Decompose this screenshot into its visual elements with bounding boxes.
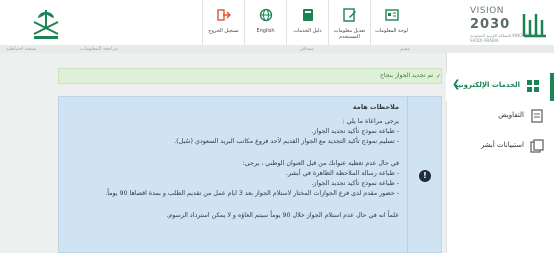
header-subbar: نسخة احتياطية مراجعة المعلومات مسافر مقي… (0, 45, 554, 53)
dashboard-icon (385, 8, 399, 22)
edit-profile-icon (343, 8, 357, 22)
sidebar-item-e-services[interactable]: ❮ الخدمات الإلكترونية (446, 73, 554, 101)
language-button[interactable]: English (244, 0, 286, 46)
absher-logo (522, 10, 548, 40)
notice-title: ملاحظات هامة (352, 103, 399, 111)
success-alert: ✓ تم تجديد الجواز بنجاح (58, 68, 442, 84)
globe-icon (259, 8, 273, 22)
services-guide-icon (301, 8, 315, 22)
notice-line: علماً انه في حال عدم استلام الجواز خلال … (166, 212, 399, 219)
notice-body: ملاحظات هامة يرجى مراعاة ما يلي : - طباع… (99, 103, 399, 221)
vision-2030-logo[interactable]: VISION 2030 المملكة العربية السعودية KIN… (470, 4, 548, 44)
language-label: English (256, 28, 275, 34)
notice-line: - طباعة نموذج تأكيد تجديد الجواز. (311, 180, 399, 187)
notice-icon-column: ! (407, 97, 441, 253)
services-guide-button[interactable]: دليل الخدمات (286, 0, 328, 46)
grid-icon (526, 79, 540, 93)
subbar-item: مراجعة المعلومات (80, 46, 118, 52)
sidebar-item-label: التفاويض (498, 111, 524, 119)
sidebar: ❮ الخدمات الإلكترونية التفاويض استبيانات… (446, 53, 554, 253)
top-header: لوحة المعلومات تعديل معلومات المستخدم دل… (0, 0, 554, 50)
logout-icon (217, 8, 231, 22)
important-notes-panel: ! ملاحظات هامة يرجى مراعاة ما يلي : - طب… (58, 96, 442, 253)
survey-icon (530, 139, 544, 153)
services-guide-label: دليل الخدمات (293, 28, 322, 34)
notice-line: يرجى مراعاة ما يلي : (342, 118, 399, 125)
check-icon: ✓ (435, 73, 441, 80)
ministry-emblem-logo[interactable] (26, 6, 66, 42)
subbar-item: مسافر (300, 46, 314, 52)
dashboard-label: لوحة المعلومات (375, 28, 408, 34)
info-icon: ! (419, 170, 431, 182)
notice-line: - طباعة رسالة الملاحظة الظاهرة في أبشر. (286, 170, 399, 177)
subbar-item: نسخة احتياطية (6, 46, 37, 52)
sidebar-item-label: استبيانات أبشر (480, 141, 524, 149)
edit-profile-label: تعديل معلومات المستخدم (333, 28, 366, 40)
logout-button[interactable]: تسجيل الخروج (202, 0, 244, 46)
notice-line: - حضور مقدم لدى فرع الجوازات المختار لاس… (105, 190, 399, 197)
notice-line: - تسليم نموذج تأكيد التجديد مع الجواز ال… (174, 138, 399, 145)
vision-year: 2030 (470, 17, 511, 32)
document-icon (530, 109, 544, 123)
success-message: تم تجديد الجواز بنجاح (380, 72, 433, 79)
notice-line: في حال عدم تغطية عنوانك من قبل العنوان ا… (242, 160, 399, 167)
vision-label: VISION (470, 6, 504, 16)
sidebar-item-label: الخدمات الإلكترونية (453, 81, 520, 89)
sidebar-item-surveys[interactable]: استبيانات أبشر (446, 133, 554, 161)
subbar-item: مقيم (400, 46, 411, 52)
edit-profile-button[interactable]: تعديل معلومات المستخدم (328, 0, 370, 46)
notice-line: - طباعة نموذج تأكيد تجديد الجواز. (311, 128, 399, 135)
sidebar-item-delegations[interactable]: التفاويض (446, 103, 554, 131)
logout-label: تسجيل الخروج (208, 28, 239, 34)
dashboard-button[interactable]: لوحة المعلومات (370, 0, 412, 46)
